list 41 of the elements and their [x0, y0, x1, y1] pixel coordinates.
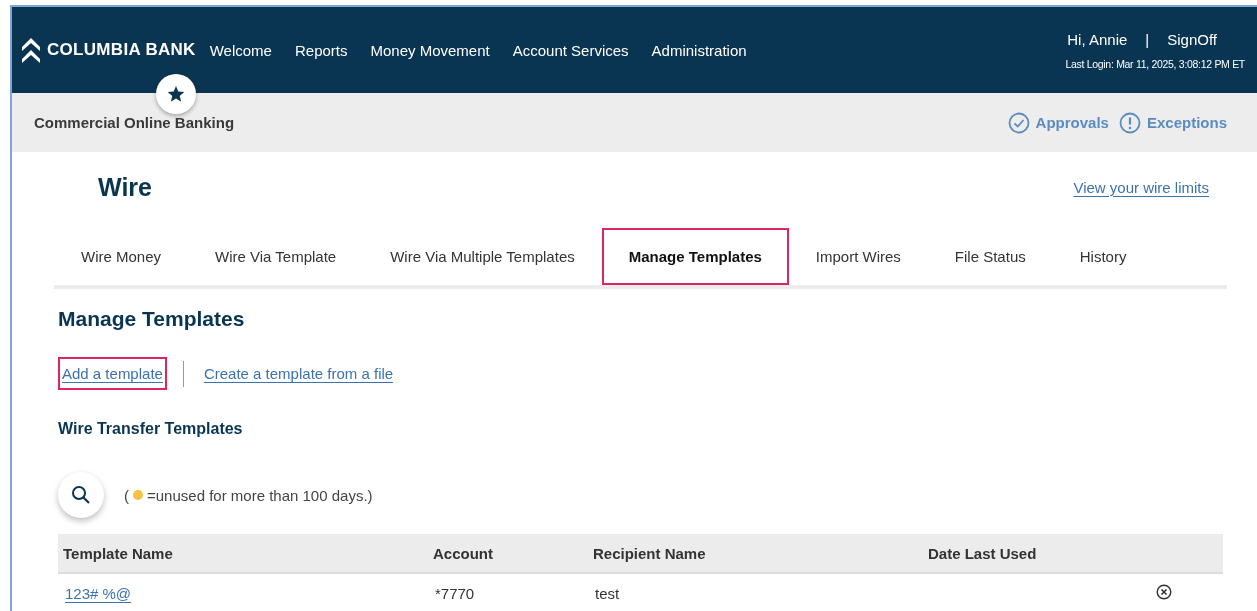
page-title: Wire: [98, 172, 152, 202]
wire-limits-link[interactable]: View your wire limits: [1073, 178, 1209, 196]
search-button[interactable]: [58, 472, 104, 518]
action-link[interactable]: Add a template: [58, 357, 167, 390]
tab[interactable]: Wire Via Template: [188, 228, 364, 285]
tab[interactable]: Wire Via Multiple Templates: [363, 228, 602, 285]
column-header: Date Last Used: [923, 534, 1149, 573]
column-header: Template Name: [58, 534, 428, 573]
last-login-text: Last Login: Mar 11, 2025, 3:08:12 PM ET: [1065, 57, 1245, 70]
nav-link[interactable]: Account Services: [512, 41, 629, 59]
column-header: Recipient Name: [588, 534, 923, 573]
nav-link[interactable]: Welcome: [209, 41, 272, 59]
legend-paren: (: [124, 486, 129, 504]
signoff-link[interactable]: SignOff: [1167, 30, 1217, 48]
star-icon: [167, 85, 185, 103]
search-icon: [71, 485, 91, 505]
template-link[interactable]: 123# %@: [65, 584, 132, 602]
check-circle-icon: [1007, 111, 1030, 134]
chevron-logo-icon: [20, 35, 42, 65]
brand-name: COLUMBIA BANK: [47, 40, 196, 60]
tab[interactable]: Wire Money: [54, 228, 189, 285]
action-link[interactable]: Create a template from a file: [199, 357, 398, 390]
nav-link[interactable]: Administration: [651, 41, 747, 59]
subsection-title: Wire Transfer Templates: [58, 420, 244, 438]
table-cell: *7770: [428, 573, 588, 611]
nav-link[interactable]: Money Movement: [370, 41, 490, 59]
greeting: Hi, Annie: [1067, 30, 1128, 48]
tab[interactable]: History: [1052, 228, 1154, 285]
tab[interactable]: Manage Templates: [601, 228, 789, 285]
tab[interactable]: File Status: [927, 228, 1053, 285]
section-title: Manage Templates: [58, 307, 246, 331]
tab[interactable]: Import Wires: [788, 228, 928, 285]
table-cell: test: [588, 573, 923, 611]
legend-text: =unused for more than 100 days.): [147, 486, 373, 504]
nav-link[interactable]: Reports: [294, 41, 348, 59]
favorite-button[interactable]: [156, 74, 196, 114]
app-title: Commercial Online Banking: [34, 114, 235, 131]
separator: |: [1145, 30, 1150, 48]
column-header: Account: [428, 534, 588, 573]
delete-circle-icon[interactable]: [1156, 583, 1172, 600]
exclamation-circle-icon: [1118, 111, 1141, 134]
